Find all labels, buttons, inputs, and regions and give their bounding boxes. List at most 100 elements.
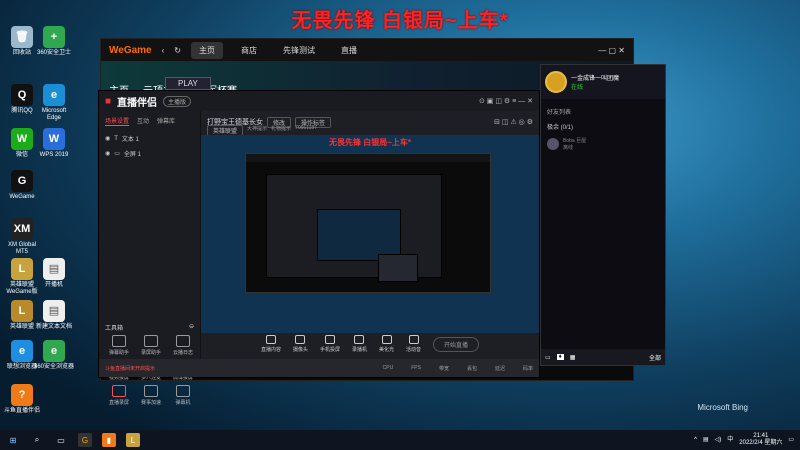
notify-icon[interactable]: ♦ xyxy=(556,354,564,360)
eye-icon[interactable]: ◉ xyxy=(105,150,110,157)
tab-scene[interactable]: 场景设置 xyxy=(105,116,130,126)
tab-home[interactable]: 主页 xyxy=(191,41,223,59)
refresh-icon[interactable]: ↻ xyxy=(174,46,181,55)
tab-danmaku[interactable]: 弹幕库 xyxy=(157,116,175,126)
toolbar-button[interactable]: 摄像头 xyxy=(293,335,308,353)
desktop-icon[interactable]: ? 斗鱼直播伴侣 xyxy=(2,384,42,415)
toolbar-icon xyxy=(324,335,335,344)
toolbar-icon xyxy=(265,335,276,344)
window-controls[interactable]: ⊙ ▣ ◫ ⚙ ≡ — ✕ xyxy=(479,97,533,105)
toolbar-icon xyxy=(408,335,419,344)
desktop-icon-label: XM Global MT5 xyxy=(7,242,36,255)
top-actions[interactable]: ⊟ ◫ ⚠ ◎ ⚙ xyxy=(494,118,533,126)
tool-label: 直播录屏 xyxy=(108,400,129,406)
source-label: 全屏 1 xyxy=(123,152,141,158)
clock-date: 2022/2/4 星期六 xyxy=(739,440,783,446)
app-icon: XM xyxy=(11,218,33,240)
tool-icon xyxy=(112,385,126,397)
lol-task-icon[interactable]: L xyxy=(126,433,140,447)
friend-item[interactable]: Boba 巨屋 离线 xyxy=(541,133,665,155)
desktop-icon[interactable]: +360安全卫士 xyxy=(34,26,74,57)
nested-banner: 无畏先锋 白银局~上车* xyxy=(328,138,411,147)
back-arrow-icon[interactable]: ‹ xyxy=(162,46,165,55)
network-icon[interactable]: ▤ xyxy=(703,437,709,444)
tab-interact[interactable]: 互动 xyxy=(137,116,149,126)
live-statusbar: 斗鱼直播间未开启提示 CPU FPS 带宽 丢包 延迟 码率 xyxy=(99,359,539,377)
friend-search[interactable]: 全部 xyxy=(649,353,661,362)
desktop-icon[interactable]: XM XM Global MT5 xyxy=(2,218,42,256)
live-task-icon[interactable]: ▮ xyxy=(102,433,116,447)
tray-arrow-icon[interactable]: ^ xyxy=(694,437,697,444)
toolbar-button[interactable]: 直播内容 xyxy=(261,335,281,353)
go-live-button[interactable]: 开始直播 xyxy=(433,336,480,352)
eye-icon[interactable]: ◉ xyxy=(105,135,110,142)
search-icon[interactable]: ⌕ xyxy=(30,433,44,447)
grid-icon[interactable]: ▦ xyxy=(570,354,576,361)
live-logo: 直播伴侣 xyxy=(117,97,158,109)
tab-store[interactable]: 商店 xyxy=(233,42,265,59)
live-titlebar: ■ 直播伴侣 主播版 ⊙ ▣ ◫ ⚙ ≡ — ✕ xyxy=(99,91,539,111)
friend-group[interactable]: 极余 (0/1) xyxy=(541,120,665,133)
toolbar-label: 直播内容 xyxy=(260,347,281,353)
tool-icon xyxy=(144,385,158,397)
tool-label: 赛事加速 xyxy=(140,400,161,406)
app-icon: ▤ xyxy=(43,300,65,322)
tool-item[interactable]: 弹幕机 xyxy=(167,385,199,406)
tool-item[interactable]: 直播录屏 xyxy=(103,385,135,406)
desktop-icon-label: WeGame xyxy=(9,194,35,200)
toolbar-label: 手机投屏 xyxy=(319,347,340,353)
tool-label: 弹幕助手 xyxy=(108,350,129,356)
app-icon: 🗑 xyxy=(11,26,33,48)
app-icon: e xyxy=(43,340,65,362)
status-metric: CPU xyxy=(382,364,394,371)
source-item[interactable]: ◉ ▭ 全屏 1 xyxy=(99,146,200,161)
taskbar: ⊞ ⌕ ▭ G ▮ L ^ ▤ ◁) 中 21:41 2022/2/4 星期六 … xyxy=(0,430,800,450)
system-tray: ^ ▤ ◁) 中 21:41 2022/2/4 星期六 ▭ xyxy=(694,433,794,447)
tool-icon xyxy=(112,335,126,347)
app-icon: W xyxy=(11,128,33,150)
toolbar-label: 录播机 xyxy=(351,347,367,353)
desktop-icon[interactable]: W WPS 2019 xyxy=(34,128,74,159)
friends-toolbar: ▭ ♦ ▦ 全部 xyxy=(541,349,665,365)
task-view-icon[interactable]: ▭ xyxy=(54,433,68,447)
avatar[interactable] xyxy=(545,71,567,93)
desktop-icon[interactable]: G WeGame xyxy=(2,170,42,201)
desktop-icon[interactable]: ▤ 开播机 xyxy=(34,258,74,289)
toolbar-label: 活动音 xyxy=(406,347,422,353)
toolbar-button[interactable]: 美化光 xyxy=(379,335,394,353)
status-warning[interactable]: 斗鱼直播间未开启提示 xyxy=(105,365,155,372)
desktop-icon-label: 斗鱼直播伴侣 xyxy=(3,408,40,414)
app-icon: + xyxy=(43,26,65,48)
friend-status: 离线 xyxy=(563,145,574,151)
source-item[interactable]: ◉ T 文本 1 xyxy=(99,131,200,146)
tool-item[interactable]: 弹幕助手 xyxy=(103,335,135,356)
tool-item[interactable]: 录屏助手 xyxy=(135,335,167,356)
toolbar-button[interactable]: 录播机 xyxy=(352,335,367,353)
clock[interactable]: 21:41 2022/2/4 星期六 xyxy=(739,433,782,447)
desktop-icon[interactable]: e Microsoft Edge xyxy=(34,84,74,122)
desktop-icon[interactable]: ▤ 新建文本文档 xyxy=(34,300,74,331)
volume-icon[interactable]: ◁) xyxy=(715,437,722,444)
play-button[interactable]: PLAY xyxy=(165,77,211,90)
wegame-task-icon[interactable]: G xyxy=(78,433,92,447)
start-icon[interactable]: ⊞ xyxy=(6,433,20,447)
bing-watermark: Microsoft Bing xyxy=(697,403,748,412)
stream-title-banner: 无畏先锋 白银局~上车* xyxy=(291,10,509,32)
ime-indicator[interactable]: 中 xyxy=(727,437,733,444)
nested-live xyxy=(266,174,442,282)
desktop-icon[interactable]: e 360安全浏览器 xyxy=(34,340,74,371)
toolbar-button[interactable]: 活动音 xyxy=(406,335,421,353)
nested-deep-window xyxy=(378,254,418,282)
window-controls[interactable]: — ▢ ✕ xyxy=(598,46,625,55)
toolbar-button[interactable]: 手机投屏 xyxy=(320,335,340,353)
profile-status: 在线 xyxy=(571,85,584,91)
chat-icon[interactable]: ▭ xyxy=(545,354,551,361)
tab-live[interactable]: 直播 xyxy=(333,42,365,59)
tool-item[interactable]: 赛事加速 xyxy=(135,385,167,406)
notification-icon[interactable]: ▭ xyxy=(788,437,794,444)
tab-test[interactable]: 先锋测试 xyxy=(275,42,323,59)
friend-list-title: 好友列表 xyxy=(547,110,572,116)
more-icon[interactable]: ⊖ xyxy=(189,323,194,332)
tool-item[interactable]: 云播日志 xyxy=(167,335,199,356)
toolbar-label: 美化光 xyxy=(379,347,395,353)
